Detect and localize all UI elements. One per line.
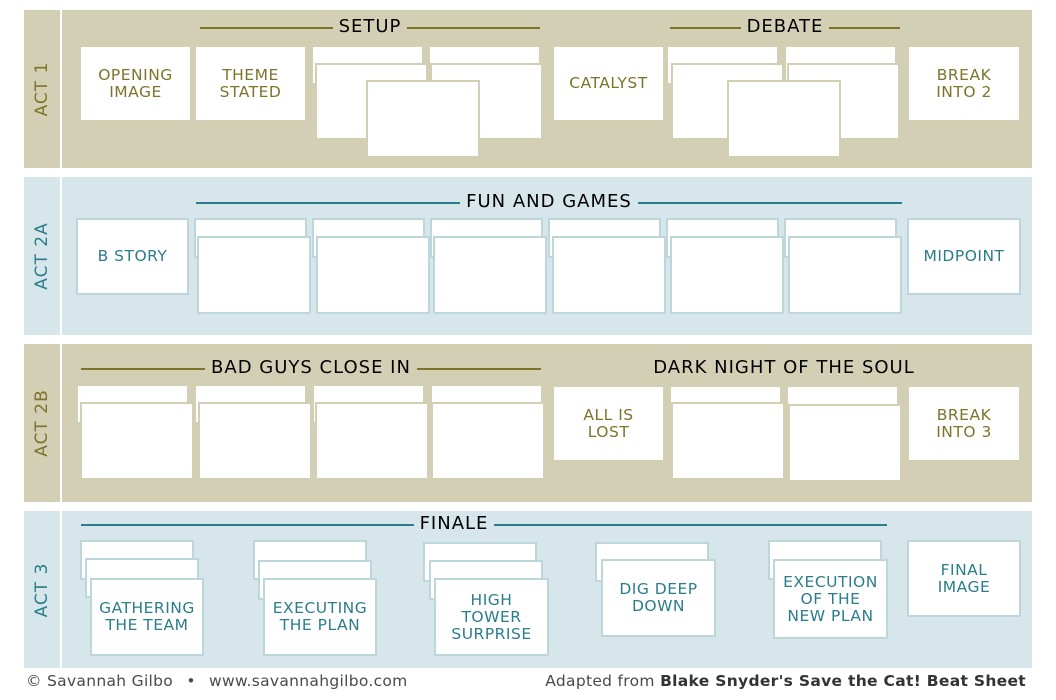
beat-card-label: FINAL IMAGE: [937, 560, 991, 596]
beat-card-theme-stated[interactable]: THEME STATED: [194, 45, 307, 122]
beat-card-break-into-3[interactable]: BREAK INTO 3: [907, 385, 1021, 462]
act-1-band: ACT 1 SETUP DEBATE OPENING IMAGE THEME S…: [24, 10, 1032, 168]
beat-card-label: EXECUTION OF THE NEW PLAN: [783, 572, 878, 625]
blank-card[interactable]: [80, 402, 194, 480]
beat-card-label: OPENING IMAGE: [98, 65, 173, 101]
blank-card[interactable]: [433, 236, 547, 314]
section-setup: SETUP: [200, 16, 540, 37]
beat-card-label: B STORY: [97, 247, 168, 265]
blank-card[interactable]: [316, 236, 430, 314]
beat-card-b-story[interactable]: B STORY: [76, 218, 189, 295]
act-3-label: ACT 3: [24, 511, 62, 668]
section-fun-and-games-title: FUN AND GAMES: [460, 191, 638, 212]
copyright-text: © Savannah Gilbo: [26, 672, 174, 690]
section-fun-and-games: FUN AND GAMES: [196, 191, 902, 212]
beat-card-execution-of-new-plan[interactable]: EXECUTION OF THE NEW PLAN: [773, 559, 888, 639]
beat-card-label: THEME STATED: [219, 65, 282, 101]
beat-card-label: BREAK INTO 2: [936, 65, 992, 101]
act-2b-band: ACT 2B BAD GUYS CLOSE IN DARK NIGHT OF T…: [24, 344, 1032, 502]
blank-card[interactable]: [431, 402, 545, 480]
blank-card[interactable]: [670, 236, 784, 314]
beat-card-final-image[interactable]: FINAL IMAGE: [907, 540, 1021, 617]
act-1-label: ACT 1: [24, 10, 62, 168]
footer-copyright-row: © Savannah Gilbo • www.savannahgilbo.com: [26, 672, 408, 690]
section-bad-guys-close-in: BAD GUYS CLOSE IN: [81, 357, 541, 378]
section-dark-night-title: DARK NIGHT OF THE SOUL: [647, 357, 921, 378]
beat-card-label: CATALYST: [569, 74, 648, 92]
section-debate: DEBATE: [670, 16, 900, 37]
blank-card[interactable]: [788, 404, 902, 482]
act-2a-band: ACT 2A FUN AND GAMES B STORY MIDPOINT: [24, 177, 1032, 335]
beat-card-label: GATHERING THE TEAM: [99, 599, 195, 634]
beat-card-midpoint[interactable]: MIDPOINT: [907, 218, 1021, 295]
blank-card[interactable]: [197, 236, 311, 314]
blank-card[interactable]: [366, 80, 480, 158]
section-finale-title: FINALE: [413, 513, 495, 534]
section-debate-title: DEBATE: [740, 16, 830, 37]
blank-card[interactable]: [788, 236, 902, 314]
act-2b-label: ACT 2B: [24, 344, 62, 502]
credit-source: Blake Snyder's Save the Cat! Beat Sheet: [660, 672, 1026, 690]
credit-prefix: Adapted from: [545, 672, 655, 690]
blank-card[interactable]: [315, 402, 429, 480]
blank-card[interactable]: [727, 80, 841, 158]
beat-card-gathering-the-team[interactable]: GATHERING THE TEAM: [90, 578, 204, 656]
act-2a-label: ACT 2A: [24, 177, 62, 335]
blank-card[interactable]: [671, 402, 785, 480]
beat-card-all-is-lost[interactable]: ALL IS LOST: [552, 385, 665, 462]
blank-card[interactable]: [198, 402, 312, 480]
beat-card-break-into-2[interactable]: BREAK INTO 2: [907, 45, 1021, 122]
website-link[interactable]: www.savannahgilbo.com: [209, 672, 408, 690]
beat-card-dig-deep-down[interactable]: DIG DEEP DOWN: [601, 559, 716, 637]
beat-card-label: MIDPOINT: [923, 247, 1005, 265]
beat-card-executing-the-plan[interactable]: EXECUTING THE PLAN: [263, 578, 377, 656]
beat-card-label: EXECUTING THE PLAN: [272, 599, 368, 634]
section-finale: FINALE: [81, 513, 887, 534]
beat-card-high-tower-surprise[interactable]: HIGH TOWER SURPRISE: [434, 578, 549, 656]
beat-card-label: BREAK INTO 3: [936, 405, 992, 441]
section-bad-guys-title: BAD GUYS CLOSE IN: [205, 357, 417, 378]
section-dark-night: DARK NIGHT OF THE SOUL: [554, 357, 1014, 378]
beat-card-label: DIG DEEP DOWN: [619, 580, 698, 615]
blank-card[interactable]: [552, 236, 666, 314]
beat-card-label: ALL IS LOST: [583, 405, 634, 441]
act-3-band: ACT 3 FINALE GATHERING THE TEAM EXECUTIN…: [24, 511, 1032, 668]
beat-card-catalyst[interactable]: CATALYST: [552, 45, 665, 122]
section-setup-title: SETUP: [332, 16, 408, 37]
footer-credit-row: Adapted from Blake Snyder's Save the Cat…: [545, 672, 1026, 690]
beat-card-opening-image[interactable]: OPENING IMAGE: [79, 45, 192, 122]
beat-card-label: HIGH TOWER SURPRISE: [451, 590, 532, 643]
footer-separator: •: [186, 672, 196, 690]
